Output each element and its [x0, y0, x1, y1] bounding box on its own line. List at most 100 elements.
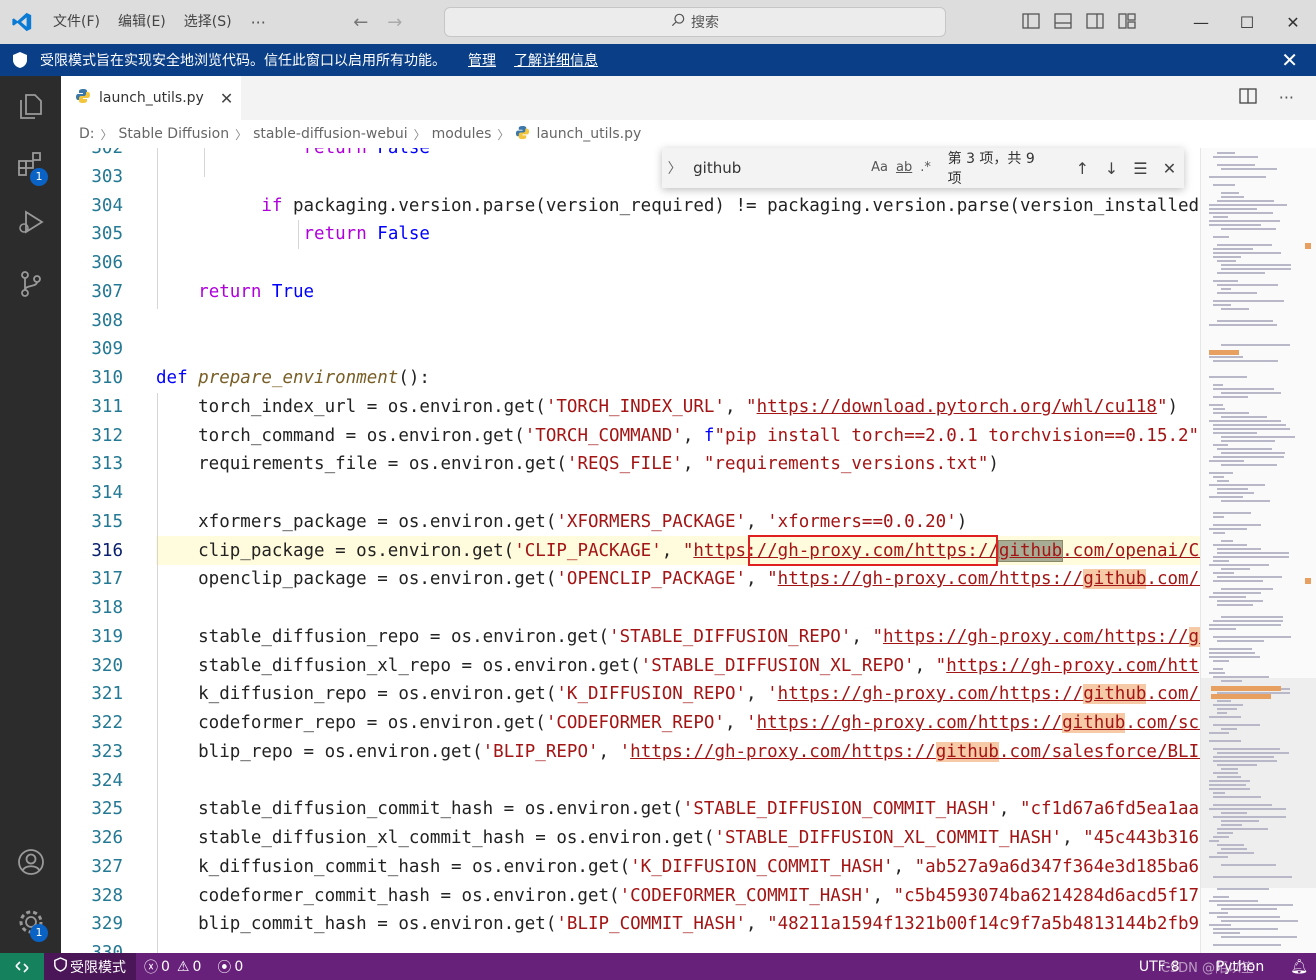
extensions-badge: 1: [30, 168, 48, 186]
minimap-line: [1217, 852, 1254, 854]
manage-gear-icon[interactable]: 1: [0, 894, 61, 950]
find-input[interactable]: github Aa ab .*: [687, 154, 931, 182]
back-arrow-icon[interactable]: ←: [344, 12, 378, 33]
remote-indicator-icon[interactable]: [0, 953, 44, 980]
breadcrumb-folder-stable-diffusion[interactable]: Stable Diffusion: [119, 126, 230, 142]
find-close-icon[interactable]: ✕: [1155, 159, 1184, 178]
minimap-line: [1217, 576, 1282, 578]
minimap-line: [1217, 904, 1293, 906]
line-number: 303: [91, 167, 123, 187]
extensions-icon[interactable]: 1: [0, 136, 61, 192]
minimap-line: [1213, 896, 1229, 898]
menu-select[interactable]: 选择(S): [175, 8, 241, 36]
menu-more-button[interactable]: ···: [241, 13, 276, 32]
code-line: xformers_package = os.environ.get('XFORM…: [156, 512, 968, 532]
match-case-toggle[interactable]: Aa: [871, 154, 888, 182]
python-file-icon: [75, 88, 91, 108]
minimap-line: [1221, 392, 1281, 394]
customize-layout-icon[interactable]: [1116, 10, 1138, 32]
tab-launch-utils[interactable]: launch_utils.py ✕: [61, 76, 241, 120]
breadcrumb-drive[interactable]: D:: [79, 126, 95, 142]
toggle-secondary-sidebar-icon[interactable]: [1084, 10, 1106, 32]
run-debug-icon[interactable]: [0, 194, 61, 250]
minimap-line: [1213, 444, 1228, 446]
code-line: stable_diffusion_commit_hash = os.enviro…: [156, 799, 1200, 819]
minimap-line: [1213, 636, 1291, 638]
minimap-line: [1213, 772, 1238, 774]
ports-status[interactable]: ⦿ 0: [209, 953, 251, 980]
toggle-primary-sidebar-icon[interactable]: [1020, 10, 1042, 32]
code-line: blip_repo = os.environ.get('BLIP_REPO', …: [156, 742, 1200, 762]
minimap-line: [1213, 792, 1225, 794]
minimap-line: [1217, 244, 1272, 246]
toggle-replace-chevron-icon[interactable]: 〉: [662, 158, 687, 178]
breadcrumb-folder-webui[interactable]: stable-diffusion-webui: [253, 126, 408, 142]
minimap-line: [1217, 604, 1253, 606]
restricted-mode-status[interactable]: 受限模式: [44, 953, 136, 980]
next-match-arrow-icon[interactable]: ↓: [1097, 159, 1126, 178]
code-line: stable_diffusion_xl_repo = os.environ.ge…: [156, 652, 1200, 681]
chevron-right-icon: 〉: [497, 127, 510, 142]
minimap-line: [1213, 944, 1281, 946]
find-in-selection-icon[interactable]: ☰: [1126, 159, 1155, 178]
code-line: codeformer_repo = os.environ.get('CODEFO…: [156, 713, 1200, 733]
code-line: requirements_file = os.environ.get('REQS…: [156, 454, 999, 474]
minimap-line: [1209, 900, 1258, 902]
minimap-line: [1217, 888, 1269, 890]
more-actions-icon[interactable]: ···: [1279, 88, 1294, 108]
code-editor[interactable]: 302 303 304 305 306 307 308 309 310 311 …: [61, 148, 1200, 953]
notifications-bell-icon[interactable]: 🔔︎: [1282, 953, 1316, 980]
minimap-line: [1213, 756, 1274, 758]
code-line: k_diffusion_repo = os.environ.get('K_DIF…: [156, 684, 1200, 704]
source-control-icon[interactable]: [0, 256, 61, 312]
tab-close-icon[interactable]: ✕: [220, 89, 233, 108]
close-window-icon[interactable]: ✕: [1270, 0, 1316, 44]
whole-word-toggle[interactable]: ab: [896, 154, 912, 182]
regex-toggle[interactable]: .*: [920, 154, 931, 182]
minimap-line: [1213, 660, 1229, 662]
accounts-icon[interactable]: [0, 834, 61, 890]
problems-status[interactable]: ⓧ 0 ⚠ 0: [136, 953, 209, 980]
minimap-line: [1209, 740, 1241, 742]
minimap-line: [1209, 788, 1250, 790]
banner-manage-link[interactable]: 管理: [468, 50, 496, 70]
banner-details-link[interactable]: 了解详细信息: [514, 50, 598, 70]
previous-match-arrow-icon[interactable]: ↑: [1068, 159, 1097, 178]
minimap-line: [1209, 204, 1287, 206]
minimap-line: [1221, 440, 1275, 442]
breadcrumb-folder-modules[interactable]: modules: [432, 126, 492, 142]
minimap[interactable]: [1200, 148, 1316, 953]
forward-arrow-icon[interactable]: →: [378, 12, 412, 33]
toggle-panel-icon[interactable]: [1052, 10, 1074, 32]
line-number: 320: [91, 656, 123, 676]
split-editor-icon[interactable]: [1239, 88, 1257, 108]
minimap-line: [1217, 752, 1289, 754]
explorer-icon[interactable]: [0, 78, 61, 134]
minimap-line: [1213, 620, 1283, 622]
maximize-icon[interactable]: ☐: [1224, 0, 1270, 44]
minimap-line: [1217, 200, 1274, 202]
minimap-line: [1217, 548, 1261, 550]
menu-edit[interactable]: 编辑(E): [109, 8, 175, 36]
match-count: 第 3 项，共 9 项: [947, 151, 1035, 187]
banner-close-icon[interactable]: ✕: [1281, 48, 1298, 72]
minimap-line: [1209, 596, 1246, 598]
line-number: 318: [91, 598, 123, 618]
minimize-icon[interactable]: —: [1178, 0, 1224, 44]
status-bar: 受限模式 ⓧ 0 ⚠ 0 ⦿ 0 UTF-8 Python 🔔︎: [0, 953, 1316, 980]
minimap-line: [1213, 184, 1235, 186]
minimap-line: [1221, 288, 1231, 290]
breadcrumb-file[interactable]: launch_utils.py: [536, 126, 641, 142]
line-number: 327: [91, 857, 123, 877]
minimap-line: [1217, 260, 1236, 262]
line-number: 330: [91, 943, 123, 953]
command-center-search[interactable]: 搜索: [444, 7, 946, 37]
search-icon: [671, 13, 685, 31]
line-number: 319: [91, 627, 123, 647]
minimap-line: [1209, 912, 1228, 914]
find-widget: 〉 github Aa ab .* 第 3 项，共 9 项 ↑ ↓ ☰ ✕: [662, 148, 1184, 188]
minimap-line: [1217, 640, 1264, 642]
code-line: torch_command = os.environ.get('TORCH_CO…: [156, 426, 1200, 446]
minimap-line: [1213, 876, 1292, 878]
menu-file[interactable]: 文件(F): [44, 8, 109, 36]
